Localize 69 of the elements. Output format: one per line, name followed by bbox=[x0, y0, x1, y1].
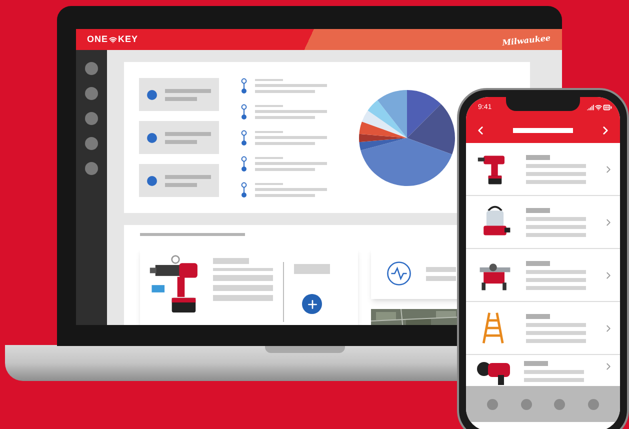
placeholder-bar bbox=[255, 142, 315, 144]
wifi-icon bbox=[109, 36, 118, 44]
placeholder-bar bbox=[524, 370, 584, 374]
placeholder-bar bbox=[526, 278, 586, 282]
placeholder-bar bbox=[526, 260, 550, 266]
placeholder-bar bbox=[165, 140, 197, 144]
placeholder-bar bbox=[255, 188, 327, 190]
tab-item[interactable] bbox=[520, 398, 532, 410]
placeholder-bar bbox=[255, 110, 327, 112]
placeholder-bar bbox=[213, 285, 273, 291]
timeline-node-icon bbox=[241, 130, 247, 146]
placeholder-bar bbox=[426, 276, 456, 280]
placeholder-bar bbox=[426, 266, 456, 272]
placeholder-bar bbox=[526, 164, 586, 168]
placeholder-bar bbox=[526, 322, 586, 326]
placeholder-bar bbox=[526, 154, 550, 160]
placeholder-bar bbox=[526, 330, 586, 334]
logo-text: ONE bbox=[87, 35, 108, 44]
placeholder-bar bbox=[526, 338, 586, 342]
sidebar-item[interactable] bbox=[85, 162, 98, 175]
battery-icon bbox=[603, 102, 612, 112]
tab-item[interactable] bbox=[487, 398, 498, 410]
placeholder-bar bbox=[165, 132, 211, 136]
placeholder-bar bbox=[255, 162, 327, 164]
logo-text: KEY bbox=[118, 35, 138, 44]
placeholder-bar bbox=[213, 258, 249, 264]
placeholder-bar bbox=[513, 128, 573, 132]
placeholder-bar bbox=[255, 168, 315, 170]
placeholder-bar bbox=[526, 208, 550, 212]
placeholder-bar bbox=[165, 96, 197, 100]
placeholder-bar bbox=[526, 286, 586, 290]
placeholder-bar bbox=[255, 90, 315, 92]
timeline-node-icon bbox=[241, 182, 247, 198]
placeholder-bar bbox=[526, 314, 550, 318]
sidebar-item[interactable] bbox=[85, 62, 98, 75]
sidebar-item[interactable] bbox=[85, 137, 98, 150]
sidebar-item[interactable] bbox=[85, 112, 98, 125]
sidebar-item[interactable] bbox=[85, 87, 98, 100]
placeholder-bar bbox=[213, 295, 273, 301]
tab-item[interactable] bbox=[554, 398, 566, 410]
plus-icon bbox=[306, 298, 318, 310]
placeholder-bar bbox=[526, 232, 586, 236]
timeline-node-icon bbox=[241, 104, 247, 120]
signal-icon bbox=[587, 104, 594, 110]
timeline-node-icon bbox=[241, 78, 247, 94]
placeholder-bar bbox=[165, 174, 211, 178]
placeholder-bar bbox=[526, 224, 586, 228]
placeholder-bar bbox=[526, 270, 586, 274]
activity-icon bbox=[386, 259, 412, 288]
add-button[interactable] bbox=[302, 294, 322, 314]
placeholder-bar bbox=[165, 182, 197, 186]
placeholder-bar bbox=[213, 275, 273, 281]
brand-logo: Milwaukee bbox=[502, 32, 552, 46]
placeholder-bar bbox=[524, 378, 584, 382]
placeholder-bar bbox=[255, 84, 327, 86]
placeholder-bar bbox=[213, 268, 273, 271]
wifi-icon bbox=[595, 104, 602, 110]
placeholder-bar bbox=[255, 194, 315, 196]
placeholder-bar bbox=[294, 264, 330, 274]
placeholder-bar bbox=[255, 136, 327, 138]
placeholder-bar bbox=[526, 180, 586, 184]
placeholder-bar bbox=[165, 88, 211, 92]
placeholder-bar bbox=[526, 216, 586, 220]
placeholder-bar bbox=[526, 172, 586, 176]
timeline-node-icon bbox=[241, 156, 247, 172]
placeholder-bar bbox=[255, 116, 315, 118]
list-item[interactable] bbox=[466, 355, 620, 386]
tab-item[interactable] bbox=[588, 398, 599, 410]
placeholder-bar bbox=[524, 361, 548, 366]
